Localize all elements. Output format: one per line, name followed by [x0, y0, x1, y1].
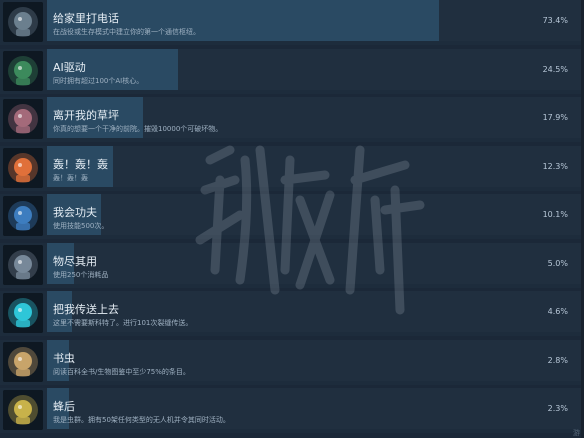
encyclopedia-scroll-icon: [3, 341, 43, 382]
achievement-title: 物尽其用: [53, 254, 97, 268]
progress-track: [47, 194, 581, 235]
achievement-description: 阅读百科全书/生物图鉴中至少75%的条目。: [53, 367, 190, 376]
achievement-percent: 24.5%: [542, 64, 568, 74]
achievement-row[interactable]: 把我传送上去这里不需要斯科特了。进行101次裂缝传送。 4.6%: [0, 291, 584, 336]
achievement-row[interactable]: 给家里打电话在战役或生存模式中建立你的第一个通信枢纽。 73.4%: [0, 0, 584, 45]
achievement-row[interactable]: 我会功夫使用技能500次。 10.1%: [0, 194, 584, 239]
achievement-percent: 12.3%: [542, 161, 568, 171]
achievement-percent: 4.6%: [547, 307, 568, 316]
communication-hub-icon: [3, 2, 43, 42]
queen-drone-icon: [3, 390, 43, 430]
achievement-title: 书虫: [53, 351, 75, 365]
achievement-title: 我会功夫: [53, 206, 97, 219]
achievement-row[interactable]: 离开我的草坪你真的想要一个干净的前院。摧毁10000个可破坏物。 17.9%: [0, 97, 584, 142]
progress-track: [47, 145, 581, 187]
ai-server-rack-icon: [3, 50, 43, 91]
achievement-row[interactable]: AI驱动同时拥有超过100个AI核心。 24.5%: [0, 48, 584, 94]
brain-mech-icon: [3, 99, 43, 139]
achievement-row[interactable]: 书虫阅读百科全书/生物图鉴中至少75%的条目。 2.8%: [0, 339, 584, 385]
achievement-description: 在战役或生存模式中建立你的第一个通信枢纽。: [53, 28, 200, 36]
achievement-percent: 10.1%: [542, 210, 568, 219]
achievement-title: AI驱动: [53, 60, 86, 74]
teleporter-icon: [3, 293, 43, 333]
achievement-title: 给家里打电话: [53, 12, 119, 25]
mushroom-explosion-icon: [3, 147, 43, 188]
achievement-description: 同时拥有超过100个AI核心。: [53, 76, 144, 85]
achievement-title: 离开我的草坪: [53, 109, 119, 122]
achievement-row[interactable]: 轰！轰！轰 轰！轰！轰 12.3%: [0, 145, 584, 191]
achievement-percent: 5.0%: [547, 258, 568, 268]
achievement-title: 把我传送上去: [53, 303, 119, 316]
achievement-title: 轰！轰！轰: [53, 157, 108, 171]
achievement-description: 使用技能500次。: [53, 222, 109, 230]
achievement-description: 轰！轰！轰: [53, 173, 88, 182]
achievement-percent: 73.4%: [542, 16, 568, 25]
progress-track: [47, 242, 581, 284]
achievement-description: 你真的想要一个干净的前院。摧毁10000个可破坏物。: [53, 125, 223, 133]
achievement-row[interactable]: 物尽其用使用250个消耗品 5.0%: [0, 242, 584, 288]
achievement-percent: 2.8%: [547, 355, 568, 365]
achievement-percent: 2.3%: [547, 404, 568, 413]
watermark-corner: 游: [573, 429, 580, 437]
achievement-row[interactable]: 蜂后我是虫群。拥有50架任何类型的无人机并令其同时活动。 2.3%: [0, 388, 584, 433]
achievement-description: 我是虫群。拥有50架任何类型的无人机并令其同时活动。: [53, 416, 230, 424]
achievement-description: 这里不需要斯科特了。进行101次裂缝传送。: [53, 319, 193, 327]
achievement-percent: 17.9%: [542, 113, 568, 122]
fighter-robot-icon: [3, 196, 43, 236]
achievement-title: 蜂后: [53, 400, 75, 413]
achievement-description: 使用250个消耗品: [53, 270, 109, 279]
drone-swarm-icon: [3, 244, 43, 285]
